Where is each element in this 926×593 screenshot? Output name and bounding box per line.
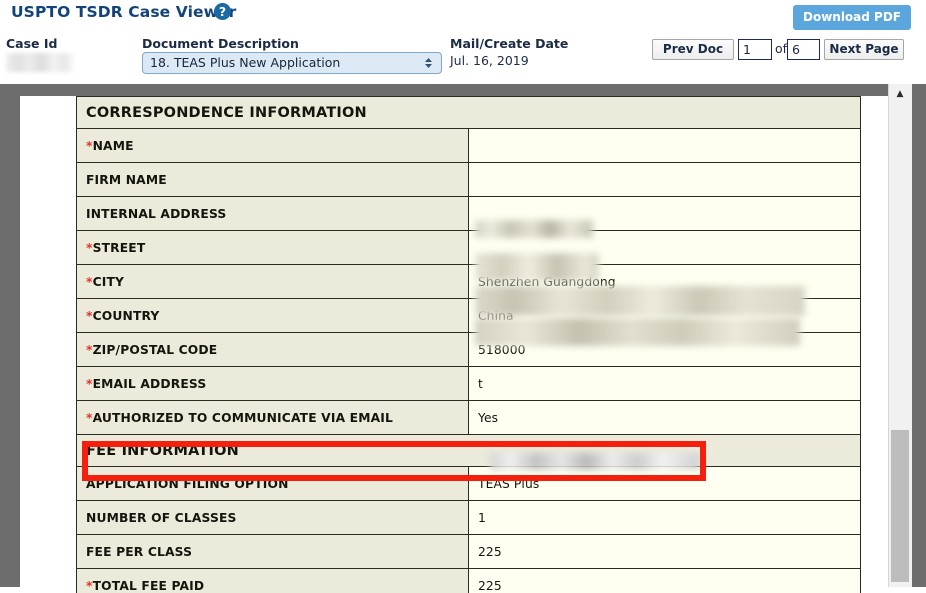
document-viewer: CORRESPONDENCE INFORMATION *NAME FIRM NA…: [0, 84, 926, 587]
page-title: USPTO TSDR Case Viewer: [11, 3, 236, 21]
row-label-text: NAME: [93, 139, 134, 153]
section-header-row: FEE INFORMATION: [77, 435, 861, 467]
next-page-button[interactable]: Next Page: [824, 39, 904, 60]
row-label-city: *CITY: [77, 265, 469, 299]
row-value-application-filing-option: TEAS Plus: [469, 467, 861, 501]
prev-doc-button[interactable]: Prev Doc: [652, 39, 734, 60]
row-label-number-of-classes: NUMBER OF CLASSES: [77, 501, 469, 535]
row-label-email-address: *EMAIL ADDRESS: [77, 367, 469, 401]
row-value-email-address: t: [469, 367, 861, 401]
required-asterisk: *: [86, 411, 93, 425]
download-pdf-button[interactable]: Download PDF: [793, 5, 911, 30]
mail-create-date-value: Jul. 16, 2019: [450, 53, 529, 68]
row-value-city: Shenzhen Guangdong: [469, 265, 861, 299]
table-row: *NAME: [77, 129, 861, 163]
page-of-label: of: [775, 41, 787, 56]
row-value-street: [469, 231, 861, 265]
help-icon[interactable]: ?: [214, 3, 231, 20]
table-row: *ZIP/POSTAL CODE 518000: [77, 333, 861, 367]
required-asterisk: *: [86, 309, 93, 323]
document-canvas: CORRESPONDENCE INFORMATION *NAME FIRM NA…: [20, 96, 905, 593]
table-row: NUMBER OF CLASSES 1: [77, 501, 861, 535]
row-label-name: *NAME: [77, 129, 469, 163]
required-asterisk: *: [86, 579, 93, 593]
row-value-number-of-classes: 1: [469, 501, 861, 535]
case-id-value-redacted: [6, 53, 74, 72]
required-asterisk: *: [86, 241, 93, 255]
viewer-right-edge: [912, 84, 926, 587]
table-row: *TOTAL FEE PAID 225: [77, 569, 861, 593]
row-label-text: EMAIL ADDRESS: [93, 377, 207, 391]
table-row: *CITY Shenzhen Guangdong: [77, 265, 861, 299]
section-title-fee: FEE INFORMATION: [77, 435, 861, 467]
row-value-internal-address: [469, 197, 861, 231]
row-value-country: China: [469, 299, 861, 333]
row-value-authorized-email: Yes: [469, 401, 861, 435]
app-header: USPTO TSDR Case Viewer ? Download PDF Ca…: [0, 0, 926, 84]
row-label-internal-address: INTERNAL ADDRESS: [77, 197, 469, 231]
row-label-text: TOTAL FEE PAID: [93, 579, 205, 593]
required-asterisk: *: [86, 275, 93, 289]
required-asterisk: *: [86, 343, 93, 357]
row-value-name: [469, 129, 861, 163]
row-label-text: CITY: [93, 275, 125, 289]
scrollbar-thumb[interactable]: [891, 430, 909, 582]
row-value-total-fee-paid: 225: [469, 569, 861, 593]
required-asterisk: *: [86, 377, 93, 391]
row-label-country: *COUNTRY: [77, 299, 469, 333]
table-row: *COUNTRY China: [77, 299, 861, 333]
row-label-fee-per-class: FEE PER CLASS: [77, 535, 469, 569]
row-label-text: ZIP/POSTAL CODE: [93, 343, 218, 357]
table-row-highlighted: *EMAIL ADDRESS t: [77, 367, 861, 401]
scroll-up-arrow-icon[interactable]: ▲: [888, 86, 912, 102]
section-header-row: CORRESPONDENCE INFORMATION: [77, 97, 861, 129]
document-data-table: CORRESPONDENCE INFORMATION *NAME FIRM NA…: [76, 96, 861, 593]
table-row: FEE PER CLASS 225: [77, 535, 861, 569]
row-label-firm-name: FIRM NAME: [77, 163, 469, 197]
page-current-input[interactable]: [738, 39, 772, 60]
table-row: FIRM NAME: [77, 163, 861, 197]
row-label-street: *STREET: [77, 231, 469, 265]
document-description-label: Document Description: [142, 36, 299, 51]
document-description-select[interactable]: 18. TEAS Plus New Application: [142, 52, 442, 74]
row-value-fee-per-class: 225: [469, 535, 861, 569]
table-row: INTERNAL ADDRESS: [77, 197, 861, 231]
page-total-input[interactable]: [787, 39, 820, 60]
row-label-text: STREET: [93, 241, 146, 255]
row-label-zip-postal-code: *ZIP/POSTAL CODE: [77, 333, 469, 367]
table-row: *AUTHORIZED TO COMMUNICATE VIA EMAIL Yes: [77, 401, 861, 435]
row-label-text: COUNTRY: [93, 309, 160, 323]
mail-create-date-label: Mail/Create Date: [450, 36, 568, 51]
row-value-zip-postal-code: 518000: [469, 333, 861, 367]
row-label-total-fee-paid: *TOTAL FEE PAID: [77, 569, 469, 593]
row-label-application-filing-option: APPLICATION FILING OPTION: [77, 467, 469, 501]
table-row: *STREET: [77, 231, 861, 265]
required-asterisk: *: [86, 139, 93, 153]
row-value-firm-name: [469, 163, 861, 197]
case-id-label: Case Id: [6, 36, 57, 51]
row-label-authorized-email: *AUTHORIZED TO COMMUNICATE VIA EMAIL: [77, 401, 469, 435]
section-title-correspondence: CORRESPONDENCE INFORMATION: [77, 97, 861, 129]
table-row: APPLICATION FILING OPTION TEAS Plus: [77, 467, 861, 501]
row-label-text: AUTHORIZED TO COMMUNICATE VIA EMAIL: [93, 411, 393, 425]
